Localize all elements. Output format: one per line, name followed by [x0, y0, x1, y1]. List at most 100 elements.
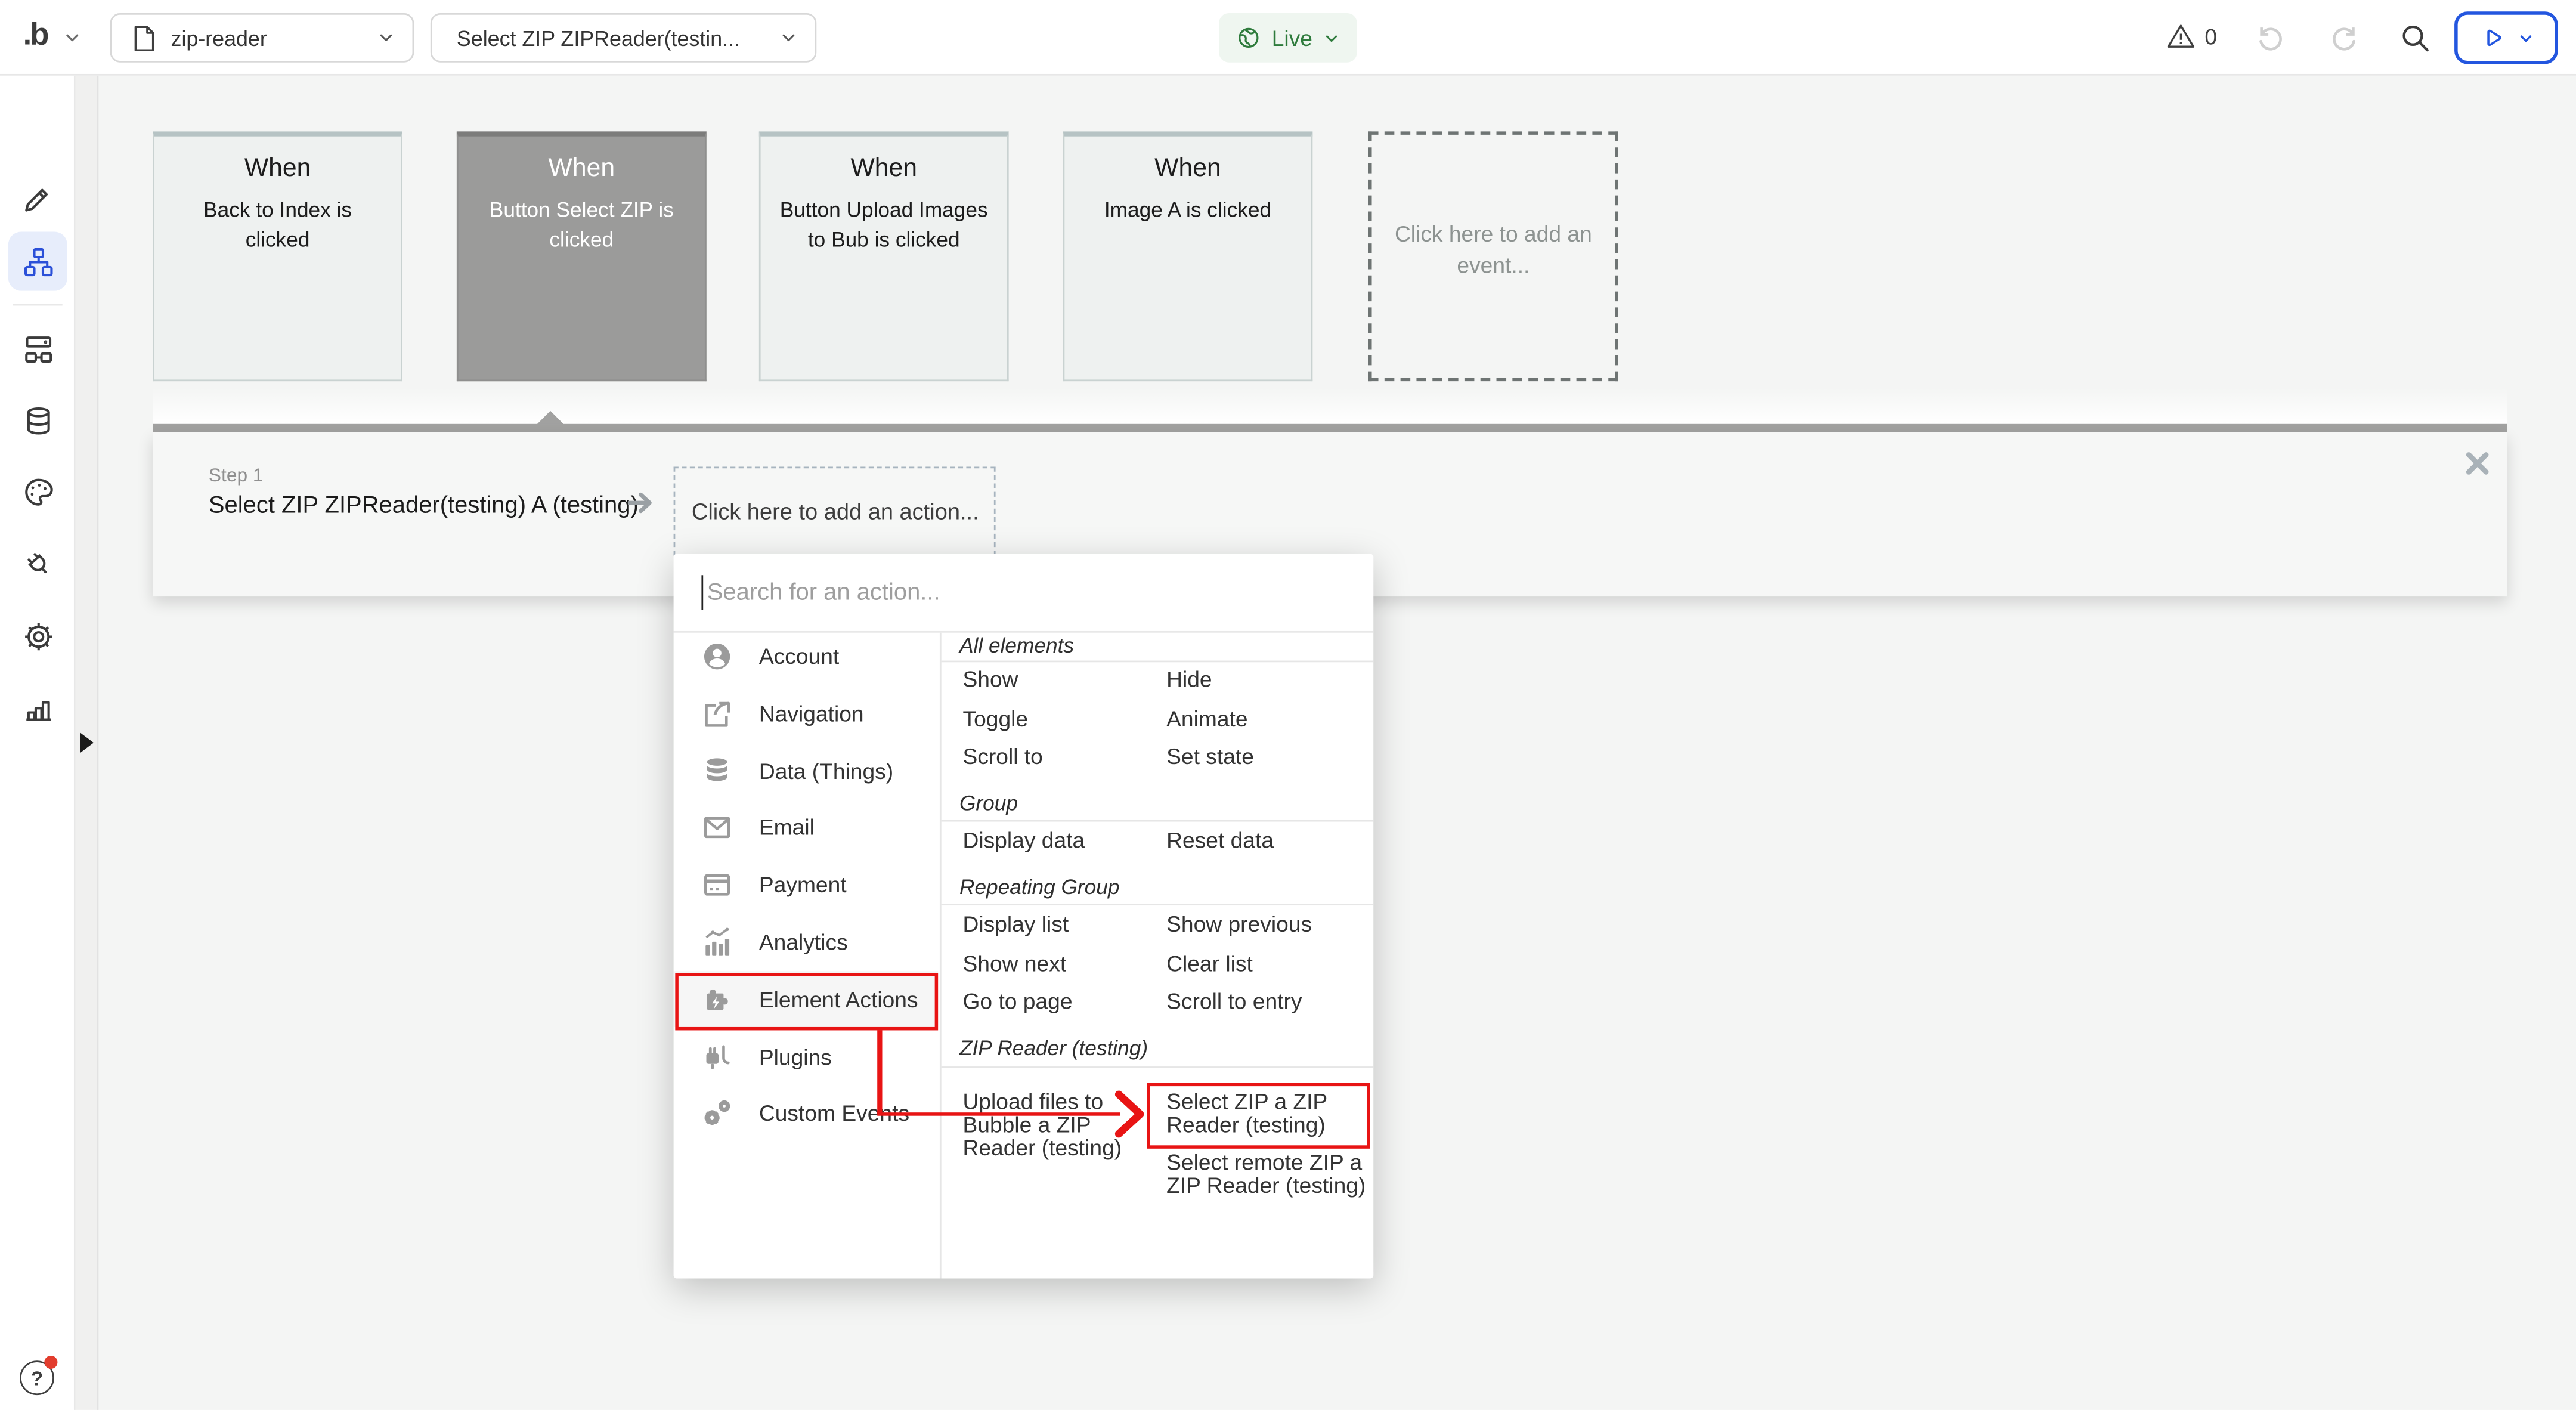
event-card-body: Image A is clicked [1064, 196, 1311, 225]
action-item-go-to-page[interactable]: Go to page [962, 991, 1156, 1013]
category-data-things[interactable]: Data (Things) [674, 743, 939, 799]
section-header-repeating-group: Repeating Group [959, 874, 1120, 899]
environment-switcher[interactable]: Live [1219, 13, 1357, 63]
add-event-label: Click here to add an event... [1372, 220, 1615, 282]
plug-icon [700, 1040, 735, 1074]
element-selector-value: Select ZIP ZIPReader(testin... [457, 26, 779, 50]
event-card-back-to-index[interactable]: When Back to Index is clicked [153, 131, 402, 381]
chevron-down-icon [2516, 29, 2534, 47]
globe-icon [1236, 24, 1262, 51]
sidebar-divider [13, 304, 63, 306]
event-card-body: Button Select ZIP is clicked [459, 196, 705, 255]
chevron-down-icon[interactable] [63, 28, 82, 48]
sidebar-item-styles[interactable] [8, 462, 67, 521]
issues-indicator[interactable]: 0 [2165, 21, 2217, 51]
sidebar-item-workflow[interactable] [8, 231, 67, 290]
category-label: Plugins [759, 1044, 832, 1069]
action-item-select-remote-zip[interactable]: Select remote ZIP a ZIP Reader (testing) [1166, 1152, 1373, 1197]
sidebar-item-plugins[interactable] [8, 534, 67, 593]
share-icon [700, 696, 735, 731]
section-divider [942, 661, 1374, 663]
workflow-tree-icon [20, 244, 55, 279]
warning-icon [2165, 21, 2196, 51]
event-card-image-a[interactable]: When Image A is clicked [1063, 131, 1313, 381]
page-icon [131, 24, 156, 52]
section-divider [942, 1066, 1374, 1068]
sidebar-item-data[interactable] [8, 391, 67, 450]
bubble-editor-window: .b zip-reader Select ZIP ZIPReader(testi… [0, 0, 2576, 1410]
text-caret [701, 575, 704, 610]
annotation-box-element-actions [675, 973, 938, 1030]
credit-card-icon [700, 867, 735, 901]
environment-label: Live [1272, 26, 1312, 50]
action-item-scroll-to[interactable]: Scroll to [962, 746, 1156, 769]
action-item-set-state[interactable]: Set state [1166, 746, 1373, 769]
step-arrow-icon [624, 487, 657, 520]
redo-icon[interactable] [2328, 21, 2361, 54]
section-divider [942, 820, 1374, 822]
event-card-title: When [1064, 154, 1311, 184]
close-icon[interactable] [2463, 449, 2493, 478]
event-card-button-upload-images[interactable]: When Button Upload Images to Bub is clic… [759, 131, 1009, 381]
category-navigation[interactable]: Navigation [674, 685, 939, 741]
category-account[interactable]: Account [674, 627, 939, 684]
search-icon[interactable] [2398, 21, 2431, 54]
expand-panel-arrow[interactable] [80, 733, 94, 753]
sidebar-item-settings[interactable] [8, 607, 67, 666]
action-item-reset-data[interactable]: Reset data [1166, 830, 1373, 852]
section-header-all-elements: All elements [959, 633, 1074, 657]
action-item-hide[interactable]: Hide [1166, 669, 1373, 691]
action-item-scroll-to-entry[interactable]: Scroll to entry [1166, 991, 1373, 1013]
category-email[interactable]: Email [674, 799, 939, 855]
event-card-title: When [459, 154, 705, 184]
category-payment[interactable]: Payment [674, 856, 939, 912]
action-item-clear-list[interactable]: Clear list [1166, 953, 1373, 976]
action-list-pane: All elements Show Hide Toggle Animate Sc… [940, 633, 1373, 1279]
category-analytics[interactable]: Analytics [674, 914, 939, 970]
add-action-placeholder[interactable]: Click here to add an action... [674, 466, 996, 555]
category-label: Email [759, 814, 815, 839]
event-card-button-select-zip[interactable]: When Button Select ZIP is clicked [457, 131, 707, 381]
action-item-display-data[interactable]: Display data [962, 830, 1156, 852]
action-item-toggle[interactable]: Toggle [962, 708, 1156, 731]
action-search-input[interactable]: Search for an action... [674, 554, 1374, 632]
action-search-placeholder: Search for an action... [707, 579, 940, 605]
preview-run-button[interactable] [2454, 11, 2558, 64]
undo-icon[interactable] [2254, 21, 2287, 54]
palette-icon [20, 474, 55, 509]
category-plugins[interactable]: Plugins [674, 1029, 939, 1085]
action-item-show[interactable]: Show [962, 669, 1156, 691]
category-label: Analytics [759, 929, 848, 954]
help-notification-dot [44, 1356, 57, 1369]
actions-scrollbar[interactable] [153, 424, 2507, 432]
chevron-down-icon [779, 28, 798, 48]
annotation-arrowhead-icon [1114, 1090, 1147, 1139]
action-item-display-list[interactable]: Display list [962, 914, 1156, 936]
action-item-show-previous[interactable]: Show previous [1166, 914, 1373, 936]
step-title[interactable]: Select ZIP ZIPReader(testing) A (testing… [209, 493, 639, 520]
action-item-animate[interactable]: Animate [1166, 708, 1373, 731]
sidebar-item-logs[interactable] [8, 677, 67, 736]
gears-icon [700, 1095, 735, 1130]
pencil-icon [20, 180, 55, 215]
section-header-group: Group [959, 790, 1018, 815]
page-selector-value: zip-reader [171, 26, 376, 50]
element-selector-dropdown[interactable]: Select ZIP ZIPReader(testin... [431, 13, 816, 63]
envelope-icon [700, 809, 735, 844]
chevron-down-icon [376, 28, 396, 48]
server-icon [20, 331, 55, 366]
step-number-label: Step 1 [209, 466, 264, 486]
sidebar-item-design[interactable] [8, 168, 67, 227]
action-item-show-next[interactable]: Show next [962, 953, 1156, 976]
page-selector-dropdown[interactable]: zip-reader [110, 13, 414, 63]
bar-chart-icon [20, 689, 55, 724]
add-event-placeholder[interactable]: Click here to add an event... [1368, 131, 1618, 381]
sidebar-item-backend-workflows[interactable] [8, 319, 67, 378]
canvas-fade [153, 388, 2507, 424]
action-menu-popup: Search for an action... Account Navigati… [674, 554, 1374, 1278]
bubble-logo[interactable]: .b [23, 18, 48, 54]
event-card-body: Button Upload Images to Bub is clicked [761, 196, 1007, 255]
play-icon [2478, 24, 2504, 51]
event-card-title: When [761, 154, 1007, 184]
annotation-box-select-zip [1147, 1083, 1370, 1149]
